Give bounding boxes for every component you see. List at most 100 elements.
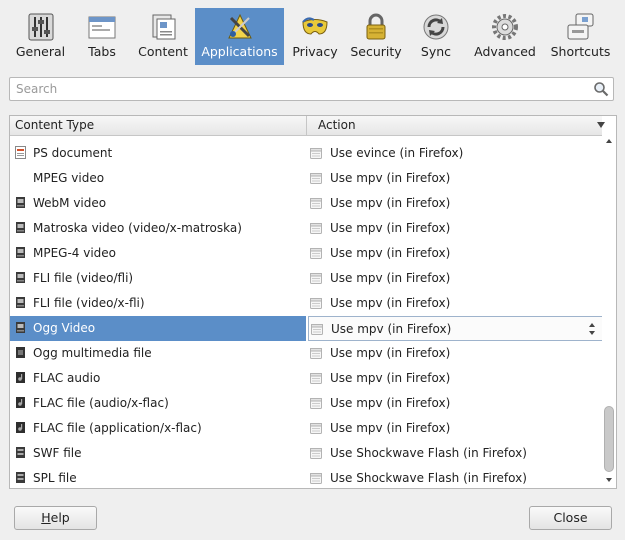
content-types-table: Content Type Action PS document Use evinc… xyxy=(9,115,617,489)
action-cell[interactable]: Use mpv (in Firefox) xyxy=(308,366,603,391)
content-type-cell[interactable]: MPEG video xyxy=(10,166,306,191)
content-type-label: Ogg multimedia file xyxy=(33,346,152,360)
table-row[interactable]: FLI file (video/fli) Use mpv (in Firefox) xyxy=(10,266,603,291)
sync-arrows-icon xyxy=(423,14,449,40)
application-icon xyxy=(310,198,322,209)
application-icon xyxy=(310,298,322,309)
content-type-label: FLI file (video/x-fli) xyxy=(33,296,145,310)
content-type-cell[interactable]: FLAC audio xyxy=(10,366,306,391)
content-type-cell[interactable]: FLAC file (application/x-flac) xyxy=(10,416,306,441)
content-documents-icon xyxy=(152,14,176,40)
table-row[interactable]: MPEG-4 video Use mpv (in Firefox) xyxy=(10,241,603,266)
tab-security[interactable]: Security xyxy=(346,8,406,65)
action-select[interactable]: Use mpv (in Firefox) xyxy=(308,316,603,341)
scrollbar-thumb[interactable] xyxy=(604,406,614,472)
search-input[interactable] xyxy=(10,78,585,100)
application-icon xyxy=(310,223,322,234)
action-cell[interactable]: Use Shockwave Flash (in Firefox) xyxy=(308,466,603,488)
column-header-content-type[interactable]: Content Type xyxy=(10,116,307,135)
content-type-cell[interactable]: Matroska video (video/x-matroska) xyxy=(10,216,306,241)
action-cell[interactable]: Use mpv (in Firefox) xyxy=(308,416,603,441)
action-label: Use mpv (in Firefox) xyxy=(330,421,451,435)
content-type-cell[interactable]: Ogg multimedia file xyxy=(10,341,306,366)
ps-document-icon xyxy=(15,146,26,159)
table-row[interactable]: Ogg Video Use mpv (in Firefox) xyxy=(10,316,603,341)
action-cell[interactable]: Use mpv (in Firefox) xyxy=(308,391,603,416)
content-type-cell[interactable]: Ogg Video xyxy=(10,316,306,341)
content-type-label: MPEG video xyxy=(33,171,105,185)
tab-advanced[interactable]: Advanced xyxy=(466,8,544,65)
table-row[interactable]: FLI file (video/x-fli) Use mpv (in Firefo… xyxy=(10,291,603,316)
content-type-cell[interactable]: FLI file (video/x-fli) xyxy=(10,291,306,316)
search-box xyxy=(9,77,614,101)
column-header-action[interactable]: Action xyxy=(313,116,605,135)
action-label: Use mpv (in Firefox) xyxy=(330,196,451,210)
audio-file-icon xyxy=(16,422,25,433)
tab-tabs[interactable]: Tabs xyxy=(73,8,131,65)
tab-content[interactable]: Content xyxy=(131,8,195,65)
application-icon xyxy=(310,423,322,434)
action-cell[interactable]: Use mpv (in Firefox) xyxy=(308,216,603,241)
content-type-cell[interactable]: FLAC file (audio/x-flac) xyxy=(10,391,306,416)
table-row[interactable]: FLAC file (audio/x-flac) Use mpv (in Fire… xyxy=(10,391,603,416)
action-cell[interactable]: Use mpv (in Firefox) xyxy=(308,166,603,191)
application-icon xyxy=(310,448,322,459)
flash-file-icon xyxy=(16,472,25,483)
content-type-cell[interactable]: FLI file (video/fli) xyxy=(10,266,306,291)
blank-file-icon xyxy=(15,171,26,184)
action-cell[interactable]: Use mpv (in Firefox) xyxy=(308,341,603,366)
content-type-cell[interactable]: MPEG-4 video xyxy=(10,241,306,266)
table-header: Content Type Action xyxy=(10,116,605,136)
table-row[interactable]: SWF file Use Shockwave Flash (in Firefox) xyxy=(10,441,603,466)
close-button[interactable]: Close xyxy=(529,506,612,530)
search-icon[interactable] xyxy=(593,81,609,97)
table-row[interactable]: PS document Use evince (in Firefox) xyxy=(10,141,603,166)
application-icon xyxy=(310,248,322,259)
content-type-cell[interactable]: PS document xyxy=(10,141,306,166)
tab-shortcuts[interactable]: Shortcuts xyxy=(544,8,617,65)
vertical-scrollbar[interactable] xyxy=(602,135,616,488)
tab-sync[interactable]: Sync xyxy=(406,8,466,65)
content-type-cell[interactable]: SWF file xyxy=(10,441,306,466)
audio-file-icon xyxy=(16,397,25,408)
media-file-icon xyxy=(16,347,25,358)
action-cell[interactable]: Use mpv (in Firefox) xyxy=(308,241,603,266)
tab-applications[interactable]: Applications xyxy=(195,8,284,65)
content-type-label: PS document xyxy=(33,146,113,160)
video-file-icon xyxy=(16,247,25,258)
action-label: Use Shockwave Flash (in Firefox) xyxy=(330,446,527,460)
action-cell[interactable]: Use mpv (in Firefox) xyxy=(308,266,603,291)
table-row[interactable]: Matroska video (video/x-matroska) Use mpv… xyxy=(10,216,603,241)
action-cell[interactable]: Use mpv (in Firefox) xyxy=(308,291,603,316)
content-type-cell[interactable]: SPL file xyxy=(10,466,306,488)
content-type-cell[interactable]: WebM video xyxy=(10,191,306,216)
application-icon xyxy=(310,398,322,409)
help-button[interactable]: Help xyxy=(14,506,97,530)
action-cell[interactable]: Use mpv (in Firefox) xyxy=(308,191,603,216)
content-type-label: Matroska video (video/x-matroska) xyxy=(33,221,242,235)
content-type-label: Ogg Video xyxy=(33,321,96,335)
audio-file-icon xyxy=(16,372,25,383)
table-row[interactable]: WebM video Use mpv (in Firefox) xyxy=(10,191,603,216)
scroll-down-arrow-icon[interactable] xyxy=(605,476,613,484)
action-label: Use mpv (in Firefox) xyxy=(330,271,451,285)
video-file-icon xyxy=(16,272,25,283)
scroll-up-arrow-icon[interactable] xyxy=(605,137,613,145)
tab-general[interactable]: General xyxy=(8,8,73,65)
content-type-label: SPL file xyxy=(33,471,77,485)
action-label: Use mpv (in Firefox) xyxy=(330,296,451,310)
action-cell[interactable]: Use Shockwave Flash (in Firefox) xyxy=(308,441,603,466)
content-type-label: FLI file (video/fli) xyxy=(33,271,134,285)
table-row[interactable]: SPL file Use Shockwave Flash (in Firefox) xyxy=(10,466,603,488)
table-row[interactable]: FLAC audio Use mpv (in Firefox) xyxy=(10,366,603,391)
table-row[interactable]: FLAC file (application/x-flac) Use mpv (i… xyxy=(10,416,603,441)
table-row[interactable]: MPEG video Use mpv (in Firefox) xyxy=(10,166,603,191)
sliders-icon xyxy=(28,13,53,41)
content-type-label: FLAC file (application/x-flac) xyxy=(33,421,202,435)
combo-updown-arrows-icon[interactable] xyxy=(588,322,596,336)
action-cell[interactable]: Use evince (in Firefox) xyxy=(308,141,603,166)
action-label: Use evince (in Firefox) xyxy=(330,146,464,160)
table-row[interactable]: Ogg multimedia file Use mpv (in Firefox) xyxy=(10,341,603,366)
action-label: Use mpv (in Firefox) xyxy=(330,171,451,185)
tab-privacy[interactable]: Privacy xyxy=(284,8,346,65)
